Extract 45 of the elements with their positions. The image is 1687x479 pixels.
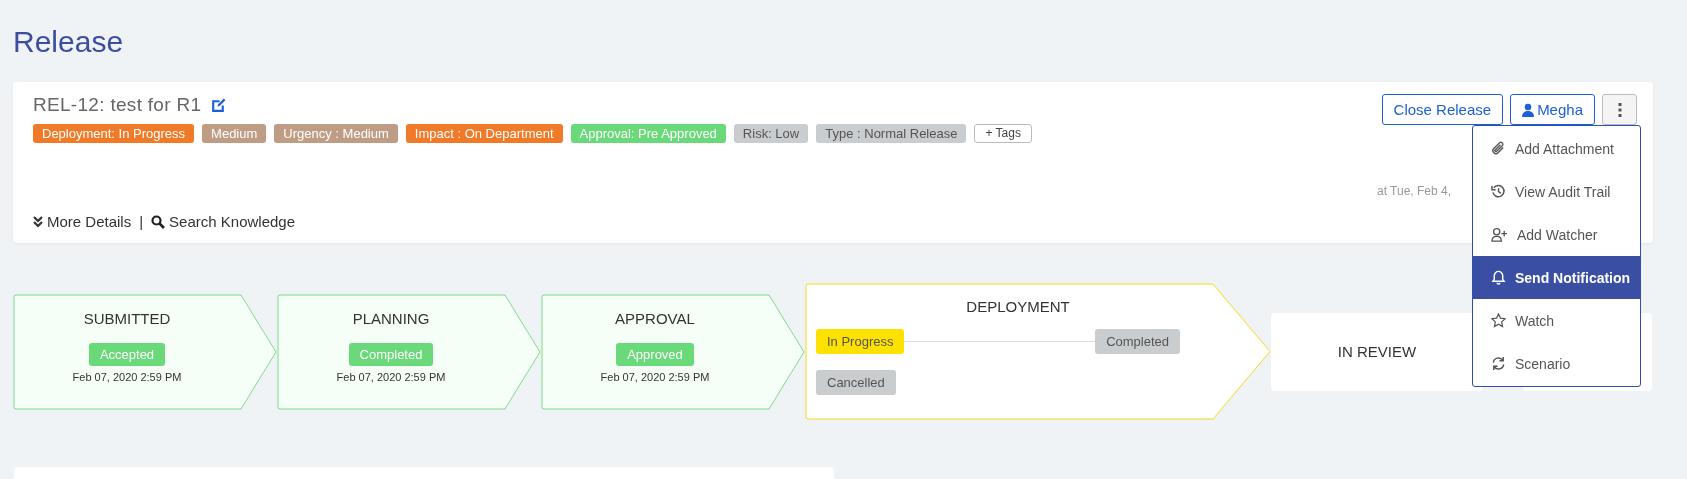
page-title: Release — [13, 24, 125, 60]
tag: Urgency : Medium — [274, 124, 398, 143]
tag: Impact : On Department — [405, 124, 563, 143]
add-tags-button[interactable]: + Tags — [974, 124, 1032, 143]
release-title: REL-12: test for R1 — [33, 94, 202, 116]
menu-item[interactable]: Add Attachment — [1473, 127, 1640, 170]
search-knowledge-link[interactable]: Search Knowledge — [169, 213, 296, 230]
close-release-button[interactable]: Close Release — [1381, 94, 1504, 125]
more-details-link[interactable]: More Details — [47, 213, 132, 230]
separator: | — [139, 213, 144, 230]
menu-item[interactable]: Add Watcher — [1473, 213, 1640, 256]
edit-icon[interactable] — [210, 96, 228, 114]
timestamp: at Tue, Feb 4, — [1376, 184, 1451, 198]
double-chevron-icon — [33, 215, 43, 228]
menu-item[interactable]: Scenario — [1473, 342, 1640, 385]
assignee-button[interactable]: Megha — [1510, 94, 1595, 125]
stage-name: SUBMITTED — [83, 309, 171, 327]
paperclip-icon — [1491, 141, 1506, 156]
stage-date: Feb 07, 2020 2:59 PM — [336, 370, 446, 383]
search-icon — [151, 214, 166, 229]
add-user-icon — [1491, 227, 1508, 242]
status-option[interactable]: Completed — [1095, 329, 1180, 354]
status-option[interactable]: Cancelled — [816, 370, 896, 395]
stage-name: DEPLOYMENT — [965, 298, 1071, 315]
tag: Approval: Pre Approved — [570, 124, 726, 143]
bell-icon — [1491, 270, 1506, 285]
menu-item[interactable]: View Audit Trail — [1473, 170, 1640, 213]
history-icon — [1491, 184, 1506, 199]
user-icon — [1522, 102, 1535, 117]
status-badge: Approved — [616, 342, 694, 366]
kebab-icon — [1617, 102, 1622, 117]
stage-name: IN REVIEW — [1337, 343, 1417, 360]
star-icon — [1491, 313, 1506, 328]
stage-name: PLANNING — [352, 309, 430, 327]
stage-name: APPROVAL — [615, 309, 695, 327]
status-option[interactable]: In Progress — [816, 329, 905, 354]
tag: Deployment: In Progress — [33, 124, 195, 143]
tag: Type : Normal Release — [816, 124, 967, 143]
refresh-icon — [1491, 356, 1506, 371]
menu-item[interactable]: Watch — [1473, 299, 1640, 342]
menu-item[interactable]: Send Notification — [1473, 256, 1640, 299]
tag: Risk: Low — [733, 124, 809, 143]
stage-date: Feb 07, 2020 2:59 PM — [600, 370, 710, 383]
tag: Medium — [202, 124, 267, 143]
stage-date: Feb 07, 2020 2:59 PM — [72, 370, 182, 383]
